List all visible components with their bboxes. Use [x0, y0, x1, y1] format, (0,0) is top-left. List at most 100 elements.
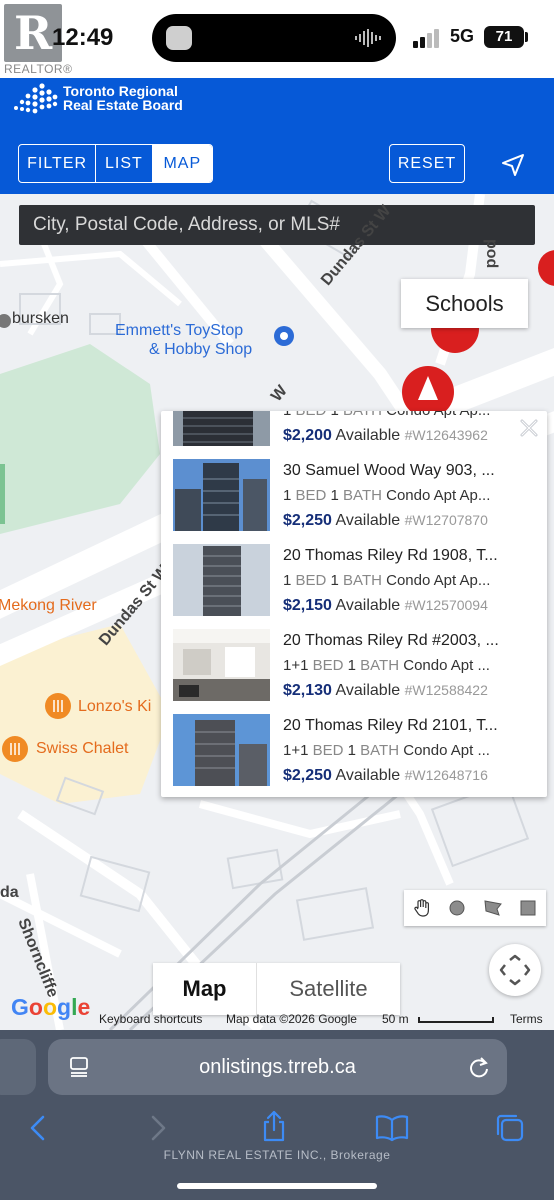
tabs-icon[interactable]: [494, 1112, 526, 1144]
scale-bar: [418, 1017, 494, 1023]
beds-label: BED: [312, 657, 344, 674]
listing-item[interactable]: 20 Thomas Riley Rd 1908, T... 1 BED 1 BA…: [161, 539, 547, 624]
listing-item[interactable]: 20 Thomas Riley Rd 2101, T... 1+1 BED 1 …: [161, 709, 547, 794]
audio-wave-icon: [355, 29, 381, 47]
beds-value: 1+1: [283, 657, 309, 674]
listing-status: Available: [335, 597, 401, 614]
beds-label: BED: [312, 742, 344, 759]
previous-tab-preview[interactable]: [0, 1039, 36, 1095]
tab-map[interactable]: MAP: [152, 145, 212, 182]
listing-meta: 1+1 BED 1 BATH Condo Apt ...: [283, 657, 537, 674]
baths-label: BATH: [360, 742, 400, 759]
network-type: 5G: [450, 26, 475, 46]
battery-tip: [525, 32, 528, 42]
search-input[interactable]: City, Postal Code, Address, or MLS#: [19, 205, 535, 245]
baths-value: 1: [347, 742, 356, 759]
listing-type: Condo Apt ...: [403, 657, 490, 674]
listing-type: Condo Apt Ap...: [386, 572, 491, 589]
listing-price: $2,200: [283, 427, 332, 444]
beds-label: BED: [295, 572, 327, 589]
reload-icon[interactable]: [468, 1055, 490, 1079]
terms-link[interactable]: Terms: [510, 1012, 543, 1026]
bookmarks-icon[interactable]: [375, 1114, 409, 1142]
listing-meta: 1 BED 1 BATH Condo Apt Ap...: [283, 572, 537, 589]
listing-address: 20 Thomas Riley Rd #2003, ...: [283, 632, 499, 649]
baths-value: 1: [347, 657, 356, 674]
listing-price: $2,130: [283, 682, 332, 699]
close-icon[interactable]: [518, 417, 540, 439]
listing-item[interactable]: 30 Samuel Wood Way 903, ... 1 BED 1 BATH…: [161, 454, 547, 539]
view-tabs: FILTER LIST MAP: [18, 144, 213, 183]
listing-meta: 1 BED 1 BATH Condo Apt Ap...: [283, 411, 537, 419]
listing-type: Condo Apt ...: [403, 742, 490, 759]
beds-value: 1: [283, 572, 292, 589]
brand-line-2: Real Estate Board: [63, 97, 183, 113]
drawing-toolbar: [404, 890, 546, 926]
schools-button[interactable]: Schools: [401, 279, 528, 328]
listing-item[interactable]: 20 Thomas Riley Rd #2003, ... 1+1 BED 1 …: [161, 624, 547, 709]
recenter-button[interactable]: [489, 944, 541, 996]
hand-icon[interactable]: [404, 890, 440, 926]
realtor-watermark: REALTOR®: [4, 62, 73, 76]
listing-type: Condo Apt Ap...: [386, 411, 490, 419]
map-data-credit: Map data ©2026 Google: [226, 1012, 357, 1026]
status-bar: R REALTOR® 12:49 5G 71: [0, 0, 554, 78]
baths-label: BATH: [343, 572, 382, 589]
dynamic-island: [152, 14, 396, 62]
status-time: 12:49: [52, 24, 114, 51]
location-arrow-icon[interactable]: [500, 152, 526, 178]
now-playing-avatar: [166, 26, 192, 50]
listing-address: 30 Samuel Wood Way 903, ...: [283, 462, 495, 479]
forward-icon[interactable]: [148, 1114, 168, 1142]
share-icon[interactable]: [260, 1110, 288, 1142]
listing-photo: [173, 629, 270, 701]
listing-price: $2,250: [283, 512, 332, 529]
listing-price-row: $2,250 Available #W12648716: [283, 767, 543, 785]
baths-label: BATH: [343, 411, 382, 419]
home-indicator[interactable]: [177, 1183, 377, 1189]
listing-mls: #W12648716: [404, 767, 488, 783]
listing-status: Available: [335, 767, 401, 784]
listing-type: Condo Apt Ap...: [386, 487, 491, 504]
baths-label: BATH: [343, 487, 382, 504]
reset-button[interactable]: RESET: [389, 144, 465, 183]
listing-price-row: $2,150 Available #W12570094: [283, 597, 543, 615]
poi-burnsken[interactable]: bursken: [12, 310, 69, 328]
polygon-icon[interactable]: [475, 890, 511, 926]
street-label-partial-west: da: [0, 884, 19, 901]
poi-lonzos[interactable]: Lonzo's Ki: [78, 698, 151, 716]
listing-price-row: $2,200 Available #W12643962: [283, 427, 543, 445]
map-view[interactable]: City, Postal Code, Address, or MLS# Scho…: [0, 194, 554, 1030]
listing-photo: [173, 544, 270, 616]
baths-value: 1: [330, 572, 339, 589]
poi-swiss-chalet[interactable]: Swiss Chalet: [36, 740, 128, 758]
listing-meta: 1 BED 1 BATH Condo Apt Ap...: [283, 487, 537, 504]
trreb-logo-icon: [14, 83, 58, 114]
listing-status: Available: [335, 682, 401, 699]
poi-toystop-line2[interactable]: & Hobby Shop: [149, 341, 252, 359]
circle-icon[interactable]: [440, 890, 476, 926]
map-attribution: Keyboard shortcuts Map data ©2026 Google…: [0, 1008, 554, 1030]
listing-status: Available: [335, 512, 401, 529]
trreb-brand: Toronto Regional Real Estate Board: [63, 84, 183, 112]
back-icon[interactable]: [28, 1114, 48, 1142]
listing-meta: 1+1 BED 1 BATH Condo Apt ...: [283, 742, 537, 759]
beds-value: 1: [283, 487, 292, 504]
listing-status: Available: [335, 427, 401, 444]
listing-photo: [173, 714, 270, 786]
keyboard-shortcuts-link[interactable]: Keyboard shortcuts: [99, 1012, 202, 1026]
tab-filter[interactable]: FILTER: [19, 145, 97, 182]
listing-price-row: $2,130 Available #W12588422: [283, 682, 543, 700]
baths-label: BATH: [360, 657, 400, 674]
listing-address: 20 Thomas Riley Rd 2101, T...: [283, 717, 498, 734]
beds-value: 1: [283, 411, 291, 419]
square-icon[interactable]: [511, 890, 547, 926]
tab-list[interactable]: LIST: [96, 145, 153, 182]
listing-item[interactable]: 1 BED 1 BATH Condo Apt Ap... $2,200 Avai…: [161, 411, 547, 454]
brokerage-watermark: FLYNN REAL ESTATE INC., Brokerage: [163, 1148, 391, 1162]
baths-value: 1: [330, 487, 339, 504]
battery-icon: 71: [484, 26, 524, 48]
poi-toystop-line1[interactable]: Emmett's ToyStop: [115, 322, 243, 340]
address-bar[interactable]: onlistings.trreb.ca: [48, 1039, 507, 1095]
poi-mekong-river[interactable]: Mekong River: [0, 597, 97, 615]
